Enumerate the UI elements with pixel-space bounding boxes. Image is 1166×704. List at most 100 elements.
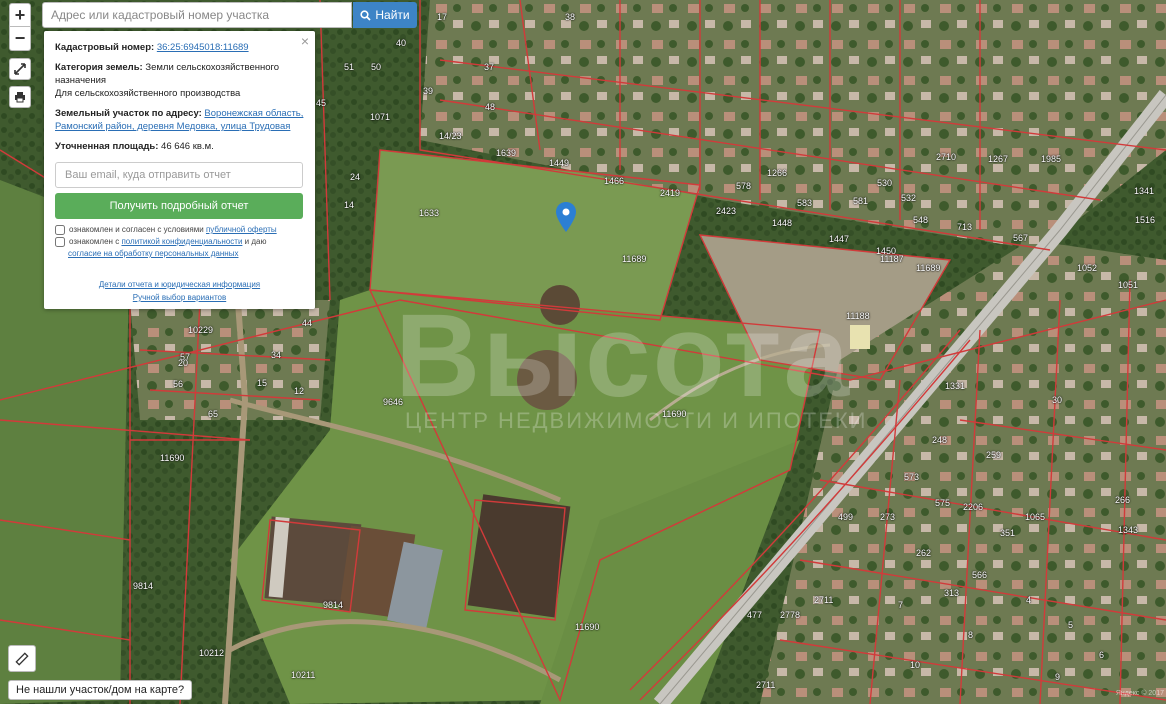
- email-field[interactable]: [55, 162, 303, 188]
- parcel-number-label: 14: [344, 200, 355, 210]
- parcel-number-label: 10212: [199, 648, 225, 658]
- parcel-number-label: 713: [957, 222, 973, 232]
- parcel-number-label: 44: [302, 318, 313, 328]
- parcel-number-label: 532: [901, 193, 917, 203]
- parcel-number-label: 1447: [829, 234, 850, 244]
- search-button[interactable]: Найти: [353, 2, 417, 28]
- panel-footer-links: Детали отчета и юридическая информация Р…: [55, 278, 304, 304]
- get-report-button[interactable]: Получить подробный отчет: [55, 193, 303, 219]
- parcel-number-label: 499: [838, 512, 854, 522]
- ruler-button[interactable]: [8, 645, 36, 672]
- parcel-number-label: 34: [271, 350, 282, 360]
- close-icon[interactable]: ×: [301, 34, 309, 48]
- parcel-number-label: 65: [208, 409, 219, 419]
- parcel-number-label: 1331: [945, 381, 966, 391]
- parcel-number-label: 2778: [780, 610, 801, 620]
- parcel-number-label: 11689: [622, 254, 647, 264]
- parcel-number-label: 530: [877, 178, 893, 188]
- personal-data-link[interactable]: согласие на обработку персональных данны…: [68, 249, 238, 258]
- parcel-number-label: 567: [1013, 233, 1029, 243]
- parcel-number-label: 351: [1000, 528, 1016, 538]
- parcel-number-label: 1341: [1134, 186, 1155, 196]
- category-row: Категория земель: Земли сельскохозяйстве…: [55, 61, 304, 87]
- zoom-in-button[interactable]: +: [9, 3, 31, 27]
- parcel-number-label: 9646: [383, 397, 404, 407]
- parcel-number-label: 11689: [916, 263, 941, 273]
- parcel-number-label: 9814: [323, 600, 344, 610]
- parcel-number-label: 9: [1055, 672, 1061, 682]
- parcel-number-label: 583: [797, 198, 813, 208]
- manual-choice-link[interactable]: Ручной выбор вариантов: [55, 291, 304, 304]
- search-bar: Найти: [42, 2, 417, 28]
- not-found-button[interactable]: Не нашли участок/дом на карте?: [8, 680, 193, 700]
- area-row: Уточненная площадь: 46 646 кв.м.: [55, 140, 304, 153]
- parcel-number-label: 1052: [1077, 263, 1098, 273]
- zoom-out-button[interactable]: −: [9, 27, 31, 51]
- parcel-number-label: 1639: [496, 148, 517, 158]
- area-value: 46 646 кв.м.: [161, 141, 214, 152]
- personal-data-row: согласие на обработку персональных данны…: [55, 248, 304, 260]
- parcel-number-label: 11690: [160, 453, 185, 463]
- cadastral-number-link[interactable]: 36:25:6945018:11689: [157, 42, 249, 53]
- parcel-number-label: 1466: [604, 176, 625, 186]
- fullscreen-button[interactable]: [9, 58, 31, 80]
- privacy-consent-and: и даю: [244, 237, 267, 246]
- parcel-number-label: 248: [932, 435, 948, 445]
- parcel-info-panel: × Кадастровый номер: 36:25:6945018:11689…: [44, 31, 315, 309]
- parcel-number-label: 1266: [767, 168, 788, 178]
- parcel-number-label: 20: [178, 358, 189, 368]
- privacy-consent-text: ознакомлен с: [69, 237, 120, 246]
- parcel-number-label: 56: [173, 379, 184, 389]
- parcel-number-label: 6: [1099, 650, 1105, 660]
- parcel-number-label: 2711: [756, 680, 776, 690]
- parcel-number-label: 1516: [1135, 215, 1156, 225]
- cadastral-row: Кадастровый номер: 36:25:6945018:11689: [55, 41, 304, 54]
- ruler-icon: [15, 651, 29, 666]
- report-details-link[interactable]: Детали отчета и юридическая информация: [55, 278, 304, 291]
- parcel-number-label: 50: [371, 62, 382, 72]
- parcel-number-label: 1448: [772, 218, 793, 228]
- parcel-number-label: 1633: [419, 208, 440, 218]
- parcel-number-label: 11690: [575, 622, 600, 632]
- watermark-logo: Высота: [395, 290, 852, 422]
- parcel-number-label: 2419: [660, 188, 681, 198]
- privacy-consent-row: ознакомлен с политикой конфиденциальност…: [55, 236, 304, 248]
- parcel-number-label: 1449: [549, 158, 570, 168]
- location-pin-icon[interactable]: [556, 202, 576, 232]
- parcel-number-label: 11188: [846, 311, 870, 321]
- parcel-number-label: 45: [316, 98, 327, 108]
- parcel-number-label: 5: [1068, 620, 1074, 630]
- parcel-number-label: 266: [1115, 495, 1131, 505]
- area-label: Уточненная площадь:: [55, 141, 159, 152]
- offer-consent-checkbox[interactable]: [55, 225, 65, 235]
- print-button[interactable]: [9, 86, 31, 108]
- parcel-number-label: 4: [1026, 595, 1032, 605]
- parcel-number-label: 262: [916, 548, 932, 558]
- parcel-number-label: 575: [935, 498, 951, 508]
- parcel-number-label: 11187: [880, 254, 904, 264]
- parcel-number-label: 30: [1052, 395, 1063, 405]
- parcel-number-label: 51: [344, 62, 355, 72]
- parcel-number-label: 259: [986, 450, 1002, 460]
- parcel-number-label: 573: [904, 472, 920, 482]
- expand-icon: [14, 63, 26, 75]
- parcel-number-label: 1065: [1025, 512, 1046, 522]
- usage-text: Для сельскохозяйственного производства: [55, 88, 241, 99]
- offer-link[interactable]: публичной оферты: [206, 225, 277, 234]
- parcel-number-label: 10229: [188, 325, 214, 335]
- parcel-number-label: 12: [294, 386, 305, 396]
- parcel-number-label: 1071: [370, 112, 391, 122]
- privacy-consent-checkbox[interactable]: [55, 237, 65, 247]
- parcel-number-label: 17: [437, 12, 448, 22]
- parcel-number-label: 48: [485, 102, 496, 112]
- parcel-number-label: 566: [972, 570, 988, 580]
- search-input[interactable]: [42, 2, 352, 28]
- parcel-number-label: 2206: [963, 502, 984, 512]
- parcel-number-label: 37: [484, 62, 495, 72]
- parcel-number-label: 273: [880, 512, 896, 522]
- search-button-label: Найти: [375, 8, 410, 22]
- parcel-number-label: 10211: [291, 670, 316, 680]
- offer-consent-row: ознакомлен и согласен с условиями публич…: [55, 224, 304, 236]
- privacy-policy-link[interactable]: политикой конфиденциальности: [121, 237, 242, 246]
- parcel-number-label: 11690: [662, 409, 687, 419]
